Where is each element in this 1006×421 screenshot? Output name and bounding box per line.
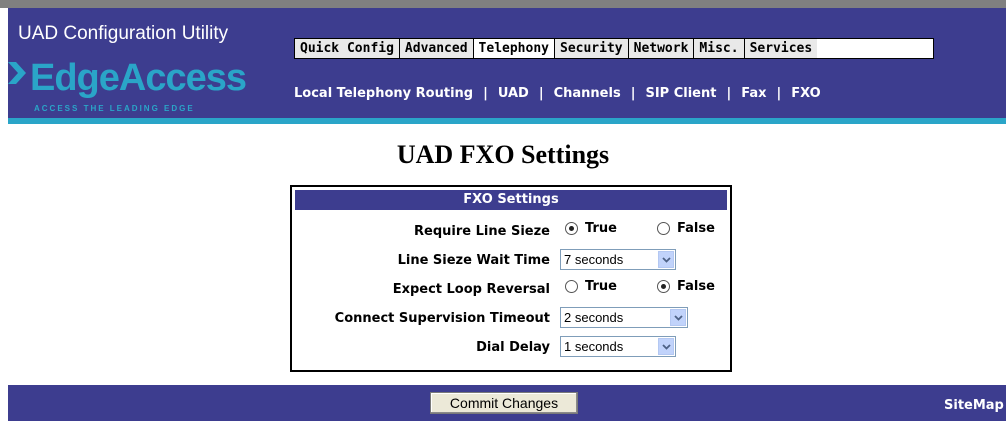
dial-delay-label: Dial Delay bbox=[476, 340, 550, 355]
tab-misc[interactable]: Misc. bbox=[694, 39, 745, 58]
chevron-down-icon bbox=[658, 251, 674, 268]
commit-changes-button[interactable]: Commit Changes bbox=[430, 392, 578, 414]
radio-unselected-icon bbox=[565, 280, 578, 293]
connect-supervision-timeout-row: Connect Supervision Timeout 2 seconds bbox=[292, 305, 730, 333]
connect-supervision-timeout-label: Connect Supervision Timeout bbox=[334, 311, 550, 326]
chevron-down-icon bbox=[670, 309, 686, 326]
expect-loop-reversal-label: Expect Loop Reversal bbox=[392, 282, 550, 297]
subnav-separator: | bbox=[726, 86, 732, 101]
require-line-sieze-false-radio[interactable]: False bbox=[657, 221, 715, 236]
line-sieze-wait-time-label: Line Sieze Wait Time bbox=[397, 253, 550, 268]
subnav-fax[interactable]: Fax bbox=[741, 86, 766, 101]
radio-selected-icon bbox=[657, 280, 670, 293]
top-strip bbox=[0, 0, 1006, 8]
subnav-uad[interactable]: UAD bbox=[498, 86, 529, 101]
tab-services[interactable]: Services bbox=[744, 39, 818, 58]
logo-chevron-icon bbox=[8, 56, 30, 100]
subnav-separator: | bbox=[630, 86, 636, 101]
subnav-sip-client[interactable]: SIP Client bbox=[645, 86, 716, 101]
chevron-down-icon bbox=[658, 338, 674, 355]
radio-selected-icon bbox=[565, 222, 578, 235]
accent-divider bbox=[8, 118, 1006, 124]
logo-tagline: ACCESS THE LEADING EDGE bbox=[34, 104, 195, 113]
dial-delay-row: Dial Delay 1 seconds bbox=[292, 334, 730, 362]
require-line-sieze-label: Require Line Sieze bbox=[414, 224, 550, 239]
subnav-separator: | bbox=[776, 86, 782, 101]
sitemap-link[interactable]: SiteMap bbox=[944, 398, 1004, 413]
radio-unselected-icon bbox=[657, 222, 670, 235]
main-tabbar: Quick Config Advanced Telephony Security… bbox=[294, 38, 934, 59]
subnav-separator: | bbox=[538, 86, 544, 101]
panel-title: FXO Settings bbox=[295, 190, 727, 210]
expect-loop-reversal-true-radio[interactable]: True bbox=[565, 279, 617, 294]
require-line-sieze-row: Require Line Sieze True False bbox=[292, 218, 730, 246]
line-sieze-wait-time-select[interactable]: 7 seconds bbox=[560, 249, 676, 270]
connect-supervision-timeout-select[interactable]: 2 seconds bbox=[560, 307, 688, 328]
require-line-sieze-true-radio[interactable]: True bbox=[565, 221, 617, 236]
tab-network[interactable]: Network bbox=[628, 39, 695, 58]
expect-loop-reversal-false-radio[interactable]: False bbox=[657, 279, 715, 294]
subnav-separator: | bbox=[483, 86, 488, 101]
logo-name: EdgeAccess bbox=[30, 57, 247, 99]
tab-security[interactable]: Security bbox=[555, 39, 629, 58]
telephony-subnav: Local Telephony Routing | UAD | Channels… bbox=[294, 86, 821, 101]
fxo-settings-panel: FXO Settings Require Line Sieze True Fal… bbox=[290, 185, 732, 372]
tab-advanced[interactable]: Advanced bbox=[399, 39, 474, 58]
line-sieze-wait-time-row: Line Sieze Wait Time 7 seconds bbox=[292, 247, 730, 275]
subnav-local-telephony-routing[interactable]: Local Telephony Routing bbox=[294, 86, 473, 101]
app-title: UAD Configuration Utility bbox=[18, 23, 229, 44]
page-title: UAD FXO Settings bbox=[396, 140, 610, 169]
expect-loop-reversal-row: Expect Loop Reversal True False bbox=[292, 276, 730, 304]
subnav-fxo[interactable]: FXO bbox=[791, 86, 821, 101]
dial-delay-select[interactable]: 1 seconds bbox=[560, 336, 676, 357]
tab-quick-config[interactable]: Quick Config bbox=[295, 39, 400, 58]
subnav-channels[interactable]: Channels bbox=[554, 86, 621, 101]
tab-telephony[interactable]: Telephony bbox=[473, 39, 555, 58]
